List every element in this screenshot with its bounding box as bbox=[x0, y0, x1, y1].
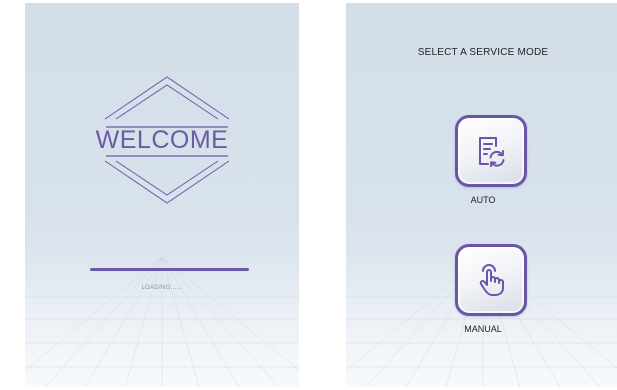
hand-pointer-icon bbox=[479, 264, 504, 296]
loading-progress-fill bbox=[90, 268, 249, 271]
auto-mode-button[interactable] bbox=[455, 115, 527, 187]
loading-progress-bar bbox=[90, 268, 249, 271]
manual-mode-label: MANUAL bbox=[464, 324, 502, 334]
welcome-title: WELCOME bbox=[95, 126, 229, 154]
auto-mode-label: AUTO bbox=[470, 195, 496, 205]
service-mode-heading: SELECT A SERVICE MODE bbox=[417, 47, 549, 58]
document-refresh-icon bbox=[479, 137, 505, 167]
floor-grid-decoration bbox=[25, 257, 299, 387]
service-mode-screen: SELECT A SERVICE MODE AUTO MANUAL bbox=[346, 3, 617, 387]
welcome-screen: WELCOME LOADING...... bbox=[25, 3, 299, 387]
loading-text: LOADING...... bbox=[141, 285, 183, 291]
manual-mode-button[interactable] bbox=[455, 244, 527, 316]
